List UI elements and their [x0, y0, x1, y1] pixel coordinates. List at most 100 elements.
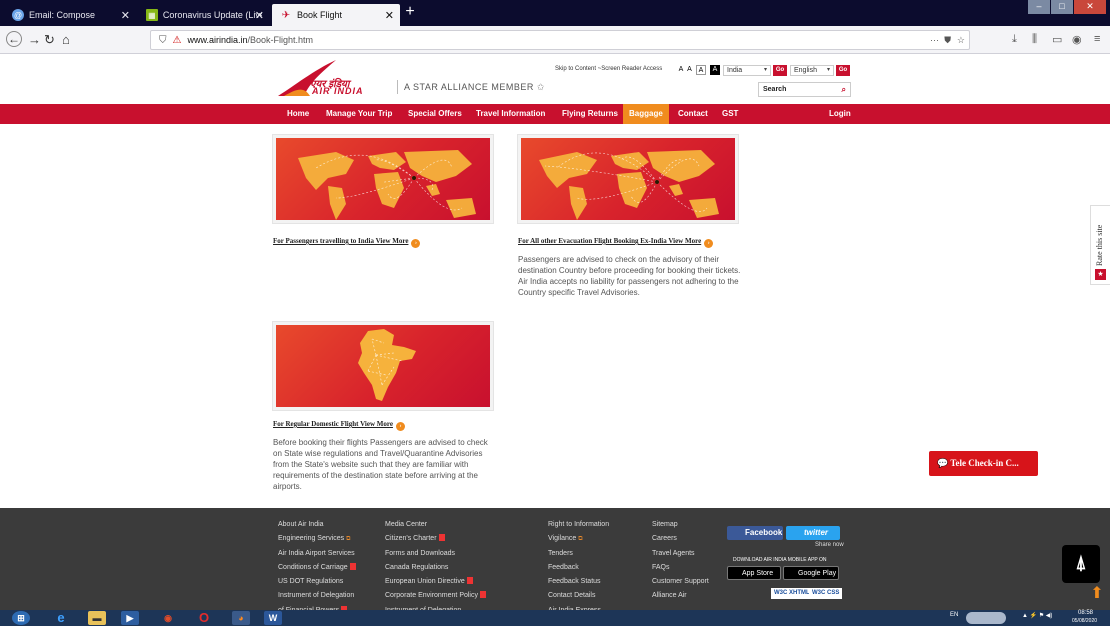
footer-link-sitemap[interactable]: Sitemap — [652, 518, 709, 532]
new-tab-button[interactable]: + — [401, 2, 419, 22]
footer-link-contact-details[interactable]: Contact Details — [548, 589, 609, 603]
tab-coronavirus-update[interactable]: ▦ Coronavirus Update (Live): 18, ✕ — [138, 4, 270, 26]
app-store-badge[interactable]: App Store — [727, 566, 781, 580]
clock-time[interactable]: 08:58 — [1078, 610, 1093, 616]
scroll-to-top-icon[interactable]: ⬆ — [1090, 586, 1104, 602]
rate-this-site-tab[interactable]: Rate this site ★ — [1090, 205, 1110, 285]
domestic-flights-banner[interactable] — [273, 322, 493, 410]
pocket-icon[interactable]: ⛊ — [944, 35, 951, 46]
extension-icon[interactable]: ◉ — [1072, 33, 1082, 46]
footer-link-instrument-delegation[interactable]: Instrument of Delegation — [278, 589, 356, 603]
close-tab-icon[interactable]: ✕ — [385, 9, 394, 22]
notification-icons[interactable]: ▲ ⚡ ⚑ ◀) — [1022, 612, 1052, 619]
country-go-button[interactable]: Go — [773, 65, 787, 76]
chrome-icon[interactable]: ◉ — [159, 611, 177, 625]
footer-link-tenders[interactable]: Tenders — [548, 547, 609, 561]
domestic-flights-link[interactable]: For Regular Domestic Flight View More › — [273, 420, 405, 431]
menu-icon[interactable]: ≡ — [1094, 33, 1100, 45]
home-button[interactable]: ⌂ — [62, 32, 70, 47]
footer-link-media-center[interactable]: Media Center — [385, 518, 486, 532]
download-icon[interactable]: ⤓ — [1012, 33, 1017, 46]
menu-item-home[interactable]: Home — [287, 104, 309, 124]
ie-icon[interactable]: e — [52, 611, 70, 625]
shield-icon[interactable]: ⛉ — [159, 35, 167, 46]
forward-button[interactable]: → — [28, 32, 41, 47]
evacuation-flights-banner[interactable] — [518, 135, 738, 223]
font-size-decrease[interactable]: A — [678, 65, 684, 75]
high-contrast-button[interactable]: A — [710, 65, 720, 75]
india-flights-banner[interactable] — [273, 135, 493, 223]
skip-to-content-link[interactable]: Skip to Content ~Screen Reader Access — [555, 66, 662, 72]
tab-book-flight[interactable]: ✈ Book Flight ✕ — [272, 4, 400, 26]
w3c-css-badge[interactable]: W3C CSS — [809, 588, 843, 599]
country-select[interactable]: India ▾ — [723, 65, 771, 76]
twitter-button[interactable]: twitter — [786, 526, 840, 540]
google-play-badge[interactable]: Google Play — [783, 566, 839, 580]
menu-item-baggage[interactable]: Baggage — [623, 104, 669, 124]
footer-link-eu-directive[interactable]: European Union Directive — [385, 575, 486, 589]
footer-link-environment-policy[interactable]: Corporate Environment Policy — [385, 589, 486, 603]
library-icon[interactable]: ⫼ — [1032, 33, 1037, 46]
back-button[interactable]: ← — [6, 31, 22, 47]
search-input[interactable]: Search ⌕ — [758, 82, 851, 97]
footer-link-feedback-status[interactable]: Feedback Status — [548, 575, 609, 589]
sidebar-icon[interactable]: ▭ — [1052, 33, 1062, 46]
word-icon[interactable]: W — [264, 611, 282, 625]
footer-link-alliance-air[interactable]: Alliance Air — [652, 589, 709, 603]
firefox-icon[interactable]: ◕ — [232, 611, 250, 625]
tele-checkin-button[interactable]: 💬 Tele Check-in C... — [929, 451, 1038, 476]
accessibility-icon[interactable]: ⍋ — [1062, 545, 1100, 583]
reload-button[interactable]: ↻ — [44, 32, 55, 48]
evacuation-flights-link-text: For All other Evacuation Flight Booking … — [518, 237, 702, 245]
file-explorer-icon[interactable]: ▬ — [88, 611, 106, 625]
footer-link-careers[interactable]: Careers — [652, 532, 709, 546]
footer-link-feedback[interactable]: Feedback — [548, 561, 609, 575]
language-go-button[interactable]: Go — [836, 65, 850, 76]
maximize-button[interactable]: □ — [1051, 0, 1073, 14]
font-size-increase[interactable]: A — [696, 65, 706, 75]
evacuation-flights-link[interactable]: For All other Evacuation Flight Booking … — [518, 237, 714, 248]
language-select[interactable]: English ▾ — [790, 65, 834, 76]
bookmark-star-icon[interactable]: ☆ — [957, 35, 965, 46]
menu-item-contact[interactable]: Contact — [678, 104, 708, 124]
menu-item-special-offers[interactable]: Special Offers — [408, 104, 462, 124]
footer-link-airport-services[interactable]: Air India Airport Services — [278, 547, 356, 561]
menu-item-manage-trip[interactable]: Manage Your Trip — [326, 104, 392, 124]
not-secure-icon[interactable]: ⚠ — [173, 35, 182, 46]
menu-item-travel-information[interactable]: Travel Information — [476, 104, 545, 124]
footer-link-about[interactable]: About Air India — [278, 518, 356, 532]
menu-item-flying-returns[interactable]: Flying Returns — [562, 104, 618, 124]
login-link[interactable]: Login — [829, 104, 851, 124]
media-player-icon[interactable]: ▶ — [121, 611, 139, 625]
language-indicator[interactable]: EN — [950, 612, 958, 618]
font-size-normal[interactable]: A — [686, 65, 693, 75]
menu-item-gst[interactable]: GST — [722, 104, 738, 124]
address-bar[interactable]: ⛉ ⚠ www.airindia.in /Book-Flight.htm ···… — [150, 30, 970, 50]
footer-link-canada[interactable]: Canada Regulations — [385, 561, 486, 575]
footer-link-engineering[interactable]: Engineering Services ⧉ — [278, 532, 356, 546]
page-actions-icon[interactable]: ··· — [930, 35, 939, 45]
close-window-button[interactable]: ✕ — [1074, 0, 1106, 14]
opera-icon[interactable]: O — [195, 611, 213, 625]
close-tab-icon[interactable]: ✕ — [121, 9, 130, 22]
minimize-button[interactable]: – — [1028, 0, 1050, 14]
footer-link-forms[interactable]: Forms and Downloads — [385, 547, 486, 561]
facebook-button[interactable]: Facebook — [727, 526, 783, 540]
footer-link-faqs[interactable]: FAQs — [652, 561, 709, 575]
tray-toggle[interactable] — [966, 612, 1006, 624]
footer-link-us-dot[interactable]: US DOT Regulations — [278, 575, 356, 589]
footer-link-travel-agents[interactable]: Travel Agents — [652, 547, 709, 561]
search-icon[interactable]: ⌕ — [842, 83, 846, 96]
india-flights-link[interactable]: For Passengers travelling to India View … — [273, 237, 421, 248]
tab-email-compose[interactable]: @ Email: Compose ✕ — [4, 4, 136, 26]
footer-link-citizens-charter[interactable]: Citizen's Charter — [385, 532, 486, 546]
footer-link-rti[interactable]: Right to Information — [548, 518, 609, 532]
footer-link-customer-support[interactable]: Customer Support — [652, 575, 709, 589]
star-icon: ★ — [1095, 269, 1106, 280]
w3c-xhtml-badge[interactable]: W3C XHTML — [771, 588, 813, 599]
footer-link-conditions[interactable]: Conditions of Carriage — [278, 561, 356, 575]
footer-link-vigilance[interactable]: Vigilance ⧉ — [548, 532, 609, 546]
close-tab-icon[interactable]: ✕ — [255, 9, 264, 22]
start-button[interactable]: ⊞ — [12, 611, 30, 625]
clock-date[interactable]: 05/08/2020 — [1072, 618, 1097, 624]
